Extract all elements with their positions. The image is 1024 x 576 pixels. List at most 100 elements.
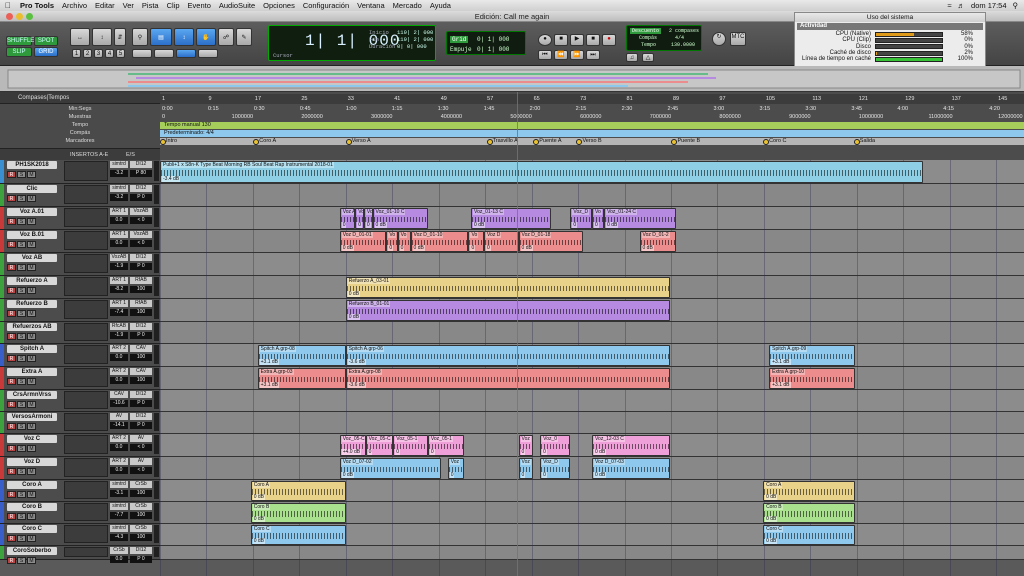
zoom-preset-5[interactable]: 5 <box>116 49 125 58</box>
audio-clip[interactable]: Voz_01-13 C 0 dB <box>471 208 552 229</box>
audio-clip[interactable]: Refuerzo A_03-01 0 dB <box>345 277 670 298</box>
track-name[interactable]: Coro A <box>7 481 57 489</box>
record-enable-button[interactable]: R <box>7 287 16 294</box>
audio-clip[interactable]: Voz D_01-10 0 dB <box>410 231 469 252</box>
volume-icon[interactable]: ♬ <box>958 1 966 10</box>
ruler-samples-label[interactable]: Muestras <box>0 114 160 121</box>
track-name[interactable]: CrsArmnVrss <box>7 391 57 399</box>
insert-slots[interactable] <box>64 503 108 521</box>
audio-clip[interactable]: Spitch A.grp-06 -3.6 dB <box>345 345 670 366</box>
record-enable-button[interactable]: R <box>7 445 16 452</box>
track-name[interactable]: Clic <box>7 185 57 193</box>
menu-ventana[interactable]: Ventana <box>353 1 389 10</box>
audio-clip[interactable]: Coro C 0 dB <box>250 525 346 545</box>
solo-button[interactable]: S <box>17 195 26 202</box>
track-header[interactable]: Voz A.01 R S M ART 1 VozAB 0.0 < 0 <box>0 207 160 230</box>
clip-gain[interactable]: 0 <box>388 245 394 251</box>
clip-gain[interactable]: 0 <box>429 449 435 455</box>
track-name[interactable]: CoroSoberbo <box>7 547 57 555</box>
record-enable-button[interactable]: R <box>7 513 16 520</box>
clip-gain[interactable]: +3.1 dB <box>259 359 280 365</box>
apple-icon[interactable]:  <box>0 1 16 10</box>
mute-button[interactable]: M <box>27 171 36 178</box>
grid-label[interactable]: Grid <box>450 36 469 43</box>
insert-slots[interactable] <box>64 161 108 181</box>
clip-gain[interactable]: 0 dB <box>341 245 354 251</box>
audio-clip[interactable]: Voz_0 0 <box>540 435 571 456</box>
menu-opciones[interactable]: Opciones <box>259 1 299 10</box>
track-lane[interactable] <box>160 253 1024 276</box>
record-enable-button[interactable]: R <box>7 468 16 475</box>
clip-gain[interactable]: -3.6 dB <box>347 359 366 365</box>
track-input[interactable]: simtrd <box>110 503 128 510</box>
audio-clip[interactable]: Voz A 0 <box>339 208 356 229</box>
track-input[interactable]: simtrd <box>110 161 128 168</box>
zoom-preset-3[interactable]: 3 <box>94 49 103 58</box>
track-header[interactable]: Refuerzo B R S M ART 1 RfAB -7.4 100 <box>0 299 160 322</box>
menu-configuracion[interactable]: Configuración <box>299 1 353 10</box>
clip-gain[interactable]: 0 dB <box>606 222 619 228</box>
track-input[interactable]: ART 2 <box>110 368 128 375</box>
rewind-button-icon[interactable]: ⏪ <box>554 50 568 60</box>
clip-gain[interactable]: 0 dB <box>765 494 778 500</box>
track-header[interactable]: Refuerzo A R S M ART 1 RfAB -8.2 100 <box>0 276 160 299</box>
track-pan[interactable]: 100 <box>130 354 152 361</box>
track-input[interactable]: ART 2 <box>110 345 128 352</box>
marker-trasvillo-a[interactable]: Trasvillo A <box>486 138 518 145</box>
record-enable-button[interactable]: R <box>7 333 16 340</box>
solo-button[interactable]: S <box>17 468 26 475</box>
insert-slots[interactable] <box>64 458 108 477</box>
conductor-icon[interactable]: ♫ <box>626 53 638 62</box>
track-name[interactable]: Voz D <box>7 458 57 466</box>
track-name[interactable]: Voz AB <box>7 254 57 262</box>
clip-gain[interactable]: 0 <box>395 449 401 455</box>
menu-app-name[interactable]: Pro Tools <box>16 1 58 10</box>
marker-salida[interactable]: Salida <box>853 138 875 145</box>
clip-gain[interactable]: 0 dB <box>412 245 425 251</box>
audio-clip[interactable]: Coro B 0 dB <box>250 503 346 523</box>
track-output[interactable]: DI12 <box>130 323 152 330</box>
track-header[interactable]: Coro A R S Msimtrd CrSb -3.1 100 <box>0 480 160 502</box>
track-name[interactable]: VersosArmoni <box>7 413 57 421</box>
close-window-button[interactable] <box>6 13 13 20</box>
solo-button[interactable]: S <box>17 355 26 362</box>
record-enable-button[interactable]: R <box>7 171 16 178</box>
audio-clip[interactable]: Voz_05-1 0 <box>393 435 428 456</box>
track-output[interactable]: CrSb <box>130 525 152 532</box>
track-pan[interactable]: P 0 <box>130 422 152 429</box>
mute-button[interactable]: M <box>27 287 36 294</box>
track-header[interactable]: Coro B R S Msimtrd CrSb -7.7 100 <box>0 502 160 524</box>
clip-gain[interactable]: 0 dB <box>520 245 533 251</box>
track-header[interactable]: CrsArmnVrss R S M CAV DI12 -10.6 P 0 <box>0 390 160 412</box>
mute-button[interactable]: M <box>27 355 36 362</box>
track-name[interactable]: Coro B <box>7 503 57 511</box>
mute-button[interactable]: M <box>27 557 36 564</box>
waveform-zoom-icon[interactable]: ↕ <box>92 28 112 46</box>
solo-button[interactable]: S <box>17 378 26 385</box>
insert-slots[interactable] <box>64 254 108 273</box>
mute-button[interactable]: M <box>27 445 36 452</box>
audio-clip[interactable]: Voz 0 <box>447 458 465 479</box>
track-volume[interactable]: 0.0 <box>110 556 128 563</box>
track-volume[interactable]: 0.0 <box>110 217 128 224</box>
clip-gain[interactable]: 0 <box>520 449 526 455</box>
track-header[interactable]: Spitch A R S M ART 2 CAV 0.0 100 <box>0 344 160 367</box>
track-volume[interactable]: -3.2 <box>110 170 128 177</box>
track-name[interactable]: Spitch A <box>7 345 57 353</box>
audio-clip[interactable]: Coro A 0 dB <box>763 481 855 501</box>
solo-button[interactable]: S <box>17 333 26 340</box>
insert-slots[interactable] <box>64 391 108 409</box>
clip-gain[interactable]: 0 <box>486 245 491 251</box>
solo-button[interactable]: S <box>17 535 26 542</box>
track-output[interactable]: DI12 <box>130 254 152 261</box>
insert-slots[interactable] <box>64 231 108 250</box>
mute-button[interactable]: M <box>27 218 36 225</box>
track-header[interactable]: Extra A R S M ART 2 CAV 0.0 100 <box>0 367 160 390</box>
track-input[interactable]: ART 1 <box>110 231 128 238</box>
ruler-bars-tempos-label[interactable]: Compases|Tempos <box>18 95 69 101</box>
grabber-tool-icon[interactable]: ✋ <box>196 28 216 46</box>
clip-gain[interactable]: +3.1 dB <box>259 382 280 388</box>
clip-gain[interactable]: +4.0 dB <box>341 449 362 455</box>
solo-button[interactable]: S <box>17 445 26 452</box>
audio-clip[interactable]: Voz_D 0 <box>540 458 571 479</box>
